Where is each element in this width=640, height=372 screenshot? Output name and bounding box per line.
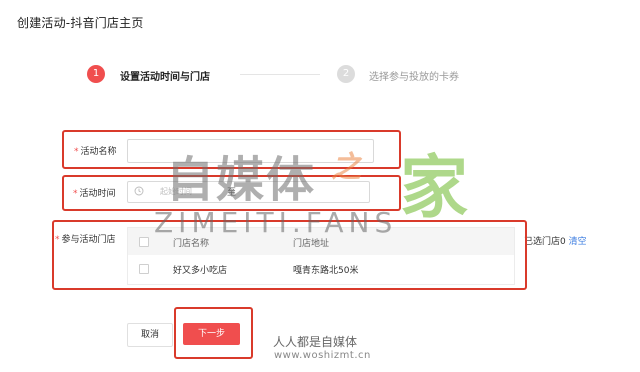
selected-count-text: 已选门店0	[524, 237, 566, 247]
step-1-label: 设置活动时间与门店	[120, 72, 210, 83]
watermark-footer-url: www.woshizmt.cn	[274, 350, 371, 361]
step-2-number: 2	[337, 65, 355, 83]
page-title: 创建活动-抖音门店主页	[17, 16, 144, 30]
cancel-button[interactable]: 取消	[127, 323, 173, 347]
clear-link[interactable]: 清空	[569, 237, 587, 247]
watermark-english: ZIMEITI.FANS	[154, 206, 398, 239]
selected-count: 已选门店0 清空	[524, 234, 587, 247]
highlight-next-button	[174, 307, 253, 359]
watermark-logo-jia: 家	[400, 149, 469, 228]
step-2-label: 选择参与投放的卡券	[369, 72, 459, 83]
watermark-logo-zhi: 之	[331, 150, 361, 185]
step-1-number: 1	[87, 65, 105, 83]
watermark-footer-text: 人人都是自媒体	[273, 335, 358, 349]
step-connector	[240, 74, 320, 75]
watermark-logo-text: 自媒体	[166, 152, 317, 208]
